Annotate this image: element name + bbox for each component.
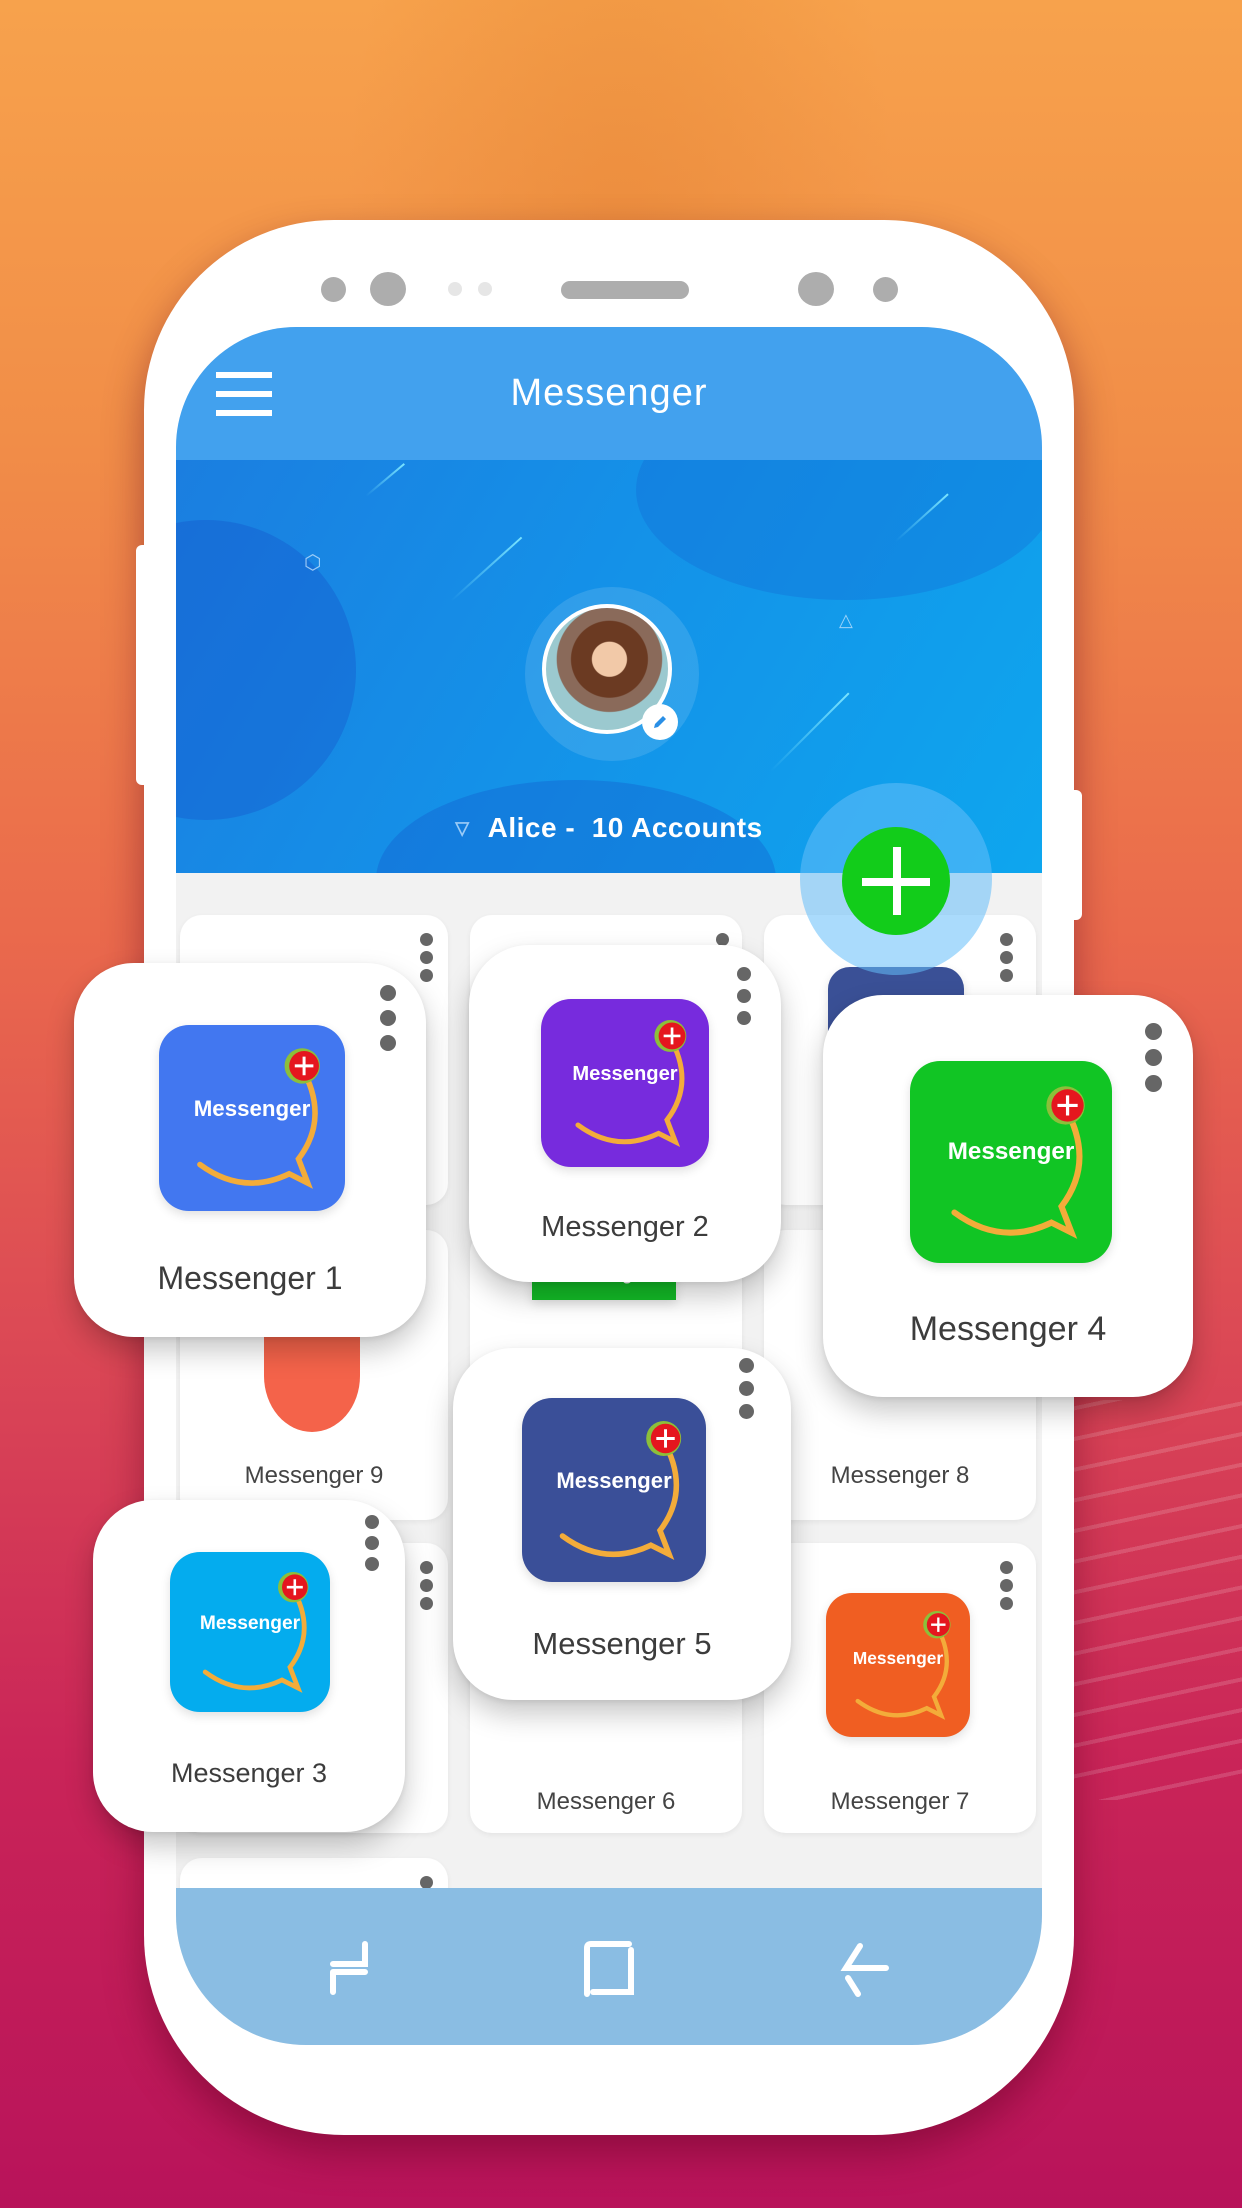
- earpiece-speaker: [561, 281, 689, 299]
- profile-separator: -: [557, 812, 584, 843]
- more-options-button[interactable]: [420, 1561, 434, 1615]
- recent-apps-button[interactable]: [325, 1938, 385, 1998]
- app-icon: Messenger: [170, 1552, 330, 1712]
- app-title: Messenger: [510, 372, 708, 414]
- banner-streak: [450, 536, 523, 602]
- account-label: Messenger 2: [541, 1211, 709, 1243]
- account-label: Messenger 8: [830, 1462, 970, 1489]
- edit-profile-button[interactable]: [642, 704, 678, 740]
- app-icon: Messenger: [910, 1061, 1112, 1263]
- account-card-messenger-2[interactable]: Messenger Messenger 2: [469, 945, 781, 1282]
- back-button[interactable]: [834, 1938, 894, 1998]
- account-label: Messenger 6: [536, 1788, 676, 1815]
- icon-brand-text: Messenger: [556, 1467, 672, 1493]
- triangle-down-icon: ▽: [455, 817, 470, 838]
- icon-brand-text: Messenger: [852, 1647, 944, 1668]
- profile-name: Alice: [487, 812, 558, 843]
- account-label: Messenger 5: [532, 1626, 712, 1661]
- hamburger-menu-icon: [216, 372, 272, 378]
- phone-side-button-left: [136, 545, 150, 785]
- icon-brand-text: Messenger: [193, 1095, 311, 1121]
- front-sensor: [321, 277, 346, 302]
- app-icon: Messenger: [159, 1025, 345, 1211]
- hamburger-line: [216, 391, 272, 397]
- icon-brand-text: Messenger: [199, 1612, 301, 1634]
- app-header: Messenger: [176, 327, 1042, 460]
- phone-side-button-right: [1068, 790, 1082, 920]
- back-arrow-icon: [840, 1943, 889, 1997]
- account-label: Messenger 1: [157, 1260, 343, 1296]
- triangle-decoration-icon: △: [839, 610, 853, 631]
- accounts-count: 10 Accounts: [591, 812, 763, 843]
- navigation-bar: [176, 1888, 1042, 2045]
- app-icon: Messenger: [541, 999, 709, 1167]
- account-label: Messenger 3: [170, 1758, 328, 1788]
- more-options-button[interactable]: [420, 933, 434, 987]
- home-square-icon: [584, 1941, 634, 1997]
- proximity-sensor: [448, 282, 462, 296]
- flash-sensor: [873, 277, 898, 302]
- app-icon: Messenger: [522, 1398, 706, 1582]
- front-camera: [370, 272, 406, 306]
- account-label: Messenger 7: [830, 1788, 970, 1815]
- account-card-messenger-3[interactable]: Messenger Messenger 3: [93, 1500, 405, 1832]
- icon-brand-text: Messenger: [572, 1062, 678, 1085]
- iris-scanner: [798, 272, 834, 306]
- account-card-messenger-1[interactable]: Messenger Messenger 1: [74, 963, 426, 1337]
- banner-streak: [770, 692, 850, 772]
- banner-blob: [176, 520, 356, 820]
- more-options-button[interactable]: [739, 1358, 754, 1424]
- add-account-button[interactable]: [842, 827, 950, 935]
- account-card-messenger-5[interactable]: Messenger Messenger 5: [453, 1348, 791, 1700]
- grid-card-messenger-7[interactable]: Messenger Messenger 7: [764, 1543, 1036, 1833]
- more-options-button[interactable]: [380, 985, 396, 1056]
- home-button[interactable]: [579, 1938, 639, 1998]
- more-options-button[interactable]: [1145, 1023, 1162, 1097]
- pencil-icon: [654, 716, 666, 728]
- banner-blob: [636, 460, 1042, 600]
- account-label: Messenger 9: [244, 1462, 384, 1489]
- icon-brand-text: Messenger: [947, 1137, 1075, 1165]
- menu-button[interactable]: [216, 372, 272, 416]
- banner-streak: [365, 463, 405, 497]
- more-options-button[interactable]: [365, 1515, 379, 1576]
- app-icon: Messenger: [826, 1593, 970, 1737]
- hexagon-decoration-icon: ⬡: [304, 550, 322, 574]
- more-options-button[interactable]: [737, 967, 751, 1030]
- hamburger-line: [216, 410, 272, 416]
- light-sensor: [478, 282, 492, 296]
- account-card-messenger-4[interactable]: Messenger Messenger 4: [823, 995, 1193, 1397]
- account-label: Messenger 4: [909, 1310, 1107, 1348]
- more-options-button[interactable]: [1000, 1561, 1014, 1615]
- recent-apps-icon: [330, 1941, 368, 1995]
- more-options-button[interactable]: [1000, 933, 1014, 987]
